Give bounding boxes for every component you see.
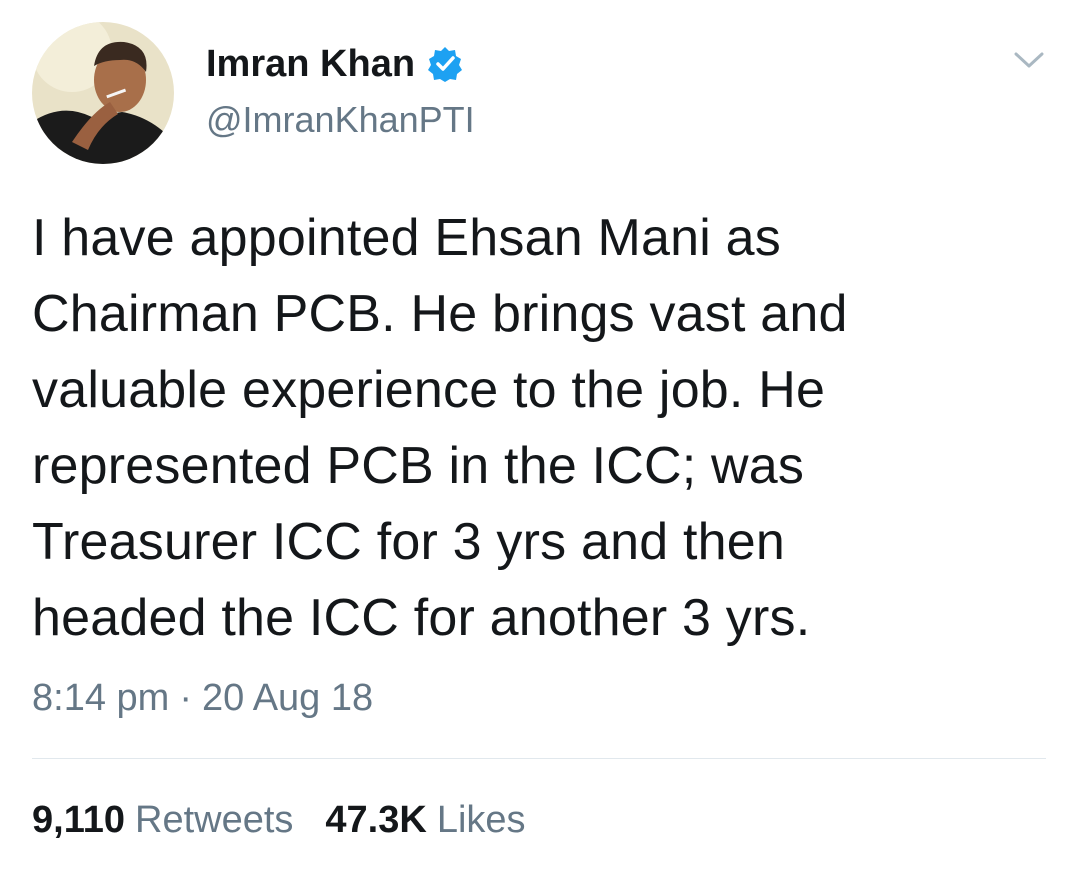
tweet-text: I have appointed Ehsan Mani as Chairman … bbox=[32, 200, 1042, 656]
divider bbox=[32, 758, 1046, 759]
tweet-time: 8:14 pm bbox=[32, 677, 170, 719]
likes-stat[interactable]: 47.3K Likes bbox=[325, 796, 525, 844]
likes-label: Likes bbox=[436, 799, 526, 841]
retweets-stat[interactable]: 9,110 Retweets bbox=[32, 796, 293, 844]
chevron-down-icon[interactable] bbox=[1012, 48, 1046, 72]
tweet-line: represented PCB in the ICC; was bbox=[32, 437, 805, 495]
tweet-line: headed the ICC for another 3 yrs. bbox=[32, 589, 811, 647]
verified-badge-icon bbox=[427, 46, 463, 82]
tweet-line: valuable experience to the job. He bbox=[32, 361, 826, 419]
author-handle[interactable]: @ImranKhanPTI bbox=[206, 96, 475, 144]
tweet-line: I have appointed Ehsan Mani as bbox=[32, 209, 781, 267]
tweet-stats: 9,110 Retweets 47.3K Likes bbox=[32, 796, 558, 844]
retweets-label: Retweets bbox=[135, 799, 294, 841]
author-name-row: Imran Khan bbox=[206, 40, 463, 88]
tweet-line: Chairman PCB. He brings vast and bbox=[32, 285, 848, 343]
display-name[interactable]: Imran Khan bbox=[206, 40, 415, 88]
likes-count: 47.3K bbox=[325, 799, 427, 841]
tweet-timestamp[interactable]: 8:14 pm · 20 Aug 18 bbox=[32, 674, 373, 722]
avatar-photo bbox=[32, 22, 174, 164]
avatar[interactable] bbox=[32, 22, 174, 164]
retweets-count: 9,110 bbox=[32, 799, 125, 841]
tweet-date: 20 Aug 18 bbox=[201, 677, 374, 719]
meta-separator: · bbox=[179, 677, 192, 719]
tweet-line: Treasurer ICC for 3 yrs and then bbox=[32, 513, 785, 571]
